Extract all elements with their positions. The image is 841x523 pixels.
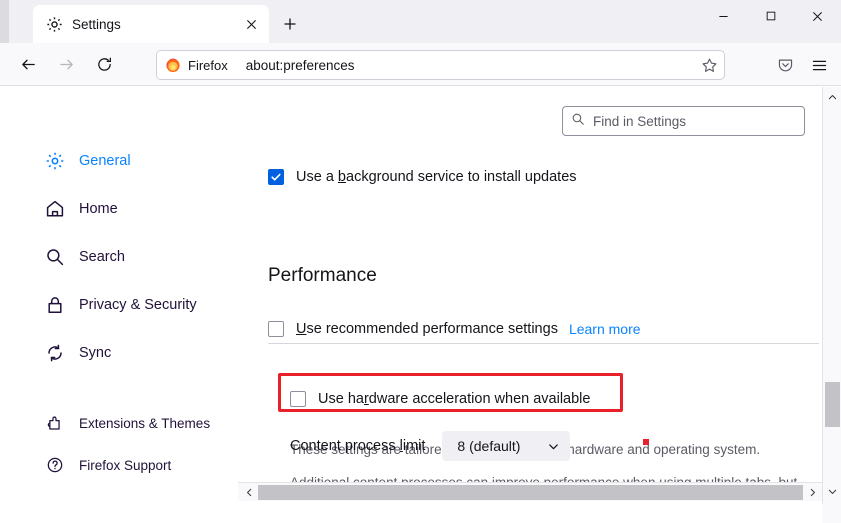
brand-label: Firefox bbox=[188, 57, 228, 73]
recommended-performance-checkbox[interactable] bbox=[268, 321, 284, 337]
sidebar-item-label: General bbox=[79, 153, 131, 169]
tab-strip: Settings bbox=[0, 0, 841, 43]
navigation-toolbar: Firefox about:preferences bbox=[0, 43, 841, 86]
scrollbar-corner bbox=[822, 504, 841, 523]
reload-button[interactable] bbox=[88, 48, 120, 80]
recommended-performance-row[interactable]: Use recommended performance settings Lea… bbox=[268, 321, 641, 337]
sidebar-item-label: Extensions & Themes bbox=[79, 415, 211, 431]
question-circle-icon bbox=[45, 455, 65, 475]
sidebar-item-label: Home bbox=[79, 201, 118, 217]
gear-icon bbox=[46, 16, 63, 33]
learn-more-link[interactable]: Learn more bbox=[569, 321, 641, 337]
sync-icon bbox=[45, 343, 65, 363]
content-process-limit-select[interactable]: 8 (default) bbox=[442, 431, 571, 461]
horizontal-scroll-thumb[interactable] bbox=[258, 485, 803, 500]
chevron-down-icon bbox=[547, 440, 560, 453]
section-divider bbox=[268, 343, 819, 344]
recommended-performance-label: Use recommended performance settings bbox=[296, 321, 558, 337]
hardware-acceleration-label: Use hardware acceleration when available bbox=[318, 391, 591, 407]
maximize-button[interactable] bbox=[747, 0, 794, 32]
hardware-acceleration-row[interactable]: Use hardware acceleration when available bbox=[290, 391, 590, 407]
address-bar[interactable]: Firefox about:preferences bbox=[156, 50, 725, 80]
performance-heading: Performance bbox=[268, 265, 377, 286]
identity-brand-chip[interactable]: Firefox bbox=[157, 51, 237, 79]
window-controls bbox=[700, 0, 841, 32]
find-in-settings-wrapper: Find in Settings bbox=[562, 106, 805, 136]
tab-title: Settings bbox=[72, 16, 121, 32]
settings-sidebar: General Home Search Privacy & Security S… bbox=[0, 147, 245, 493]
background-service-label: Use a background service to install upda… bbox=[296, 169, 577, 185]
sidebar-item-firefox-support[interactable]: Firefox Support bbox=[0, 451, 245, 479]
lock-icon bbox=[45, 295, 65, 315]
forward-button bbox=[50, 48, 82, 80]
scroll-down-icon[interactable] bbox=[823, 482, 841, 500]
annotation-marker-dot bbox=[643, 439, 649, 445]
scroll-left-icon[interactable] bbox=[240, 483, 258, 501]
sidebar-item-label: Search bbox=[79, 249, 125, 265]
search-placeholder: Find in Settings bbox=[593, 113, 687, 129]
sidebar-item-sync[interactable]: Sync bbox=[0, 339, 245, 367]
content-process-limit-value: 8 (default) bbox=[457, 438, 521, 454]
scroll-up-icon[interactable] bbox=[823, 88, 841, 106]
sidebar-item-privacy-security[interactable]: Privacy & Security bbox=[0, 291, 245, 319]
sidebar-item-extensions-themes[interactable]: Extensions & Themes bbox=[0, 409, 245, 437]
vertical-scroll-thumb[interactable] bbox=[825, 382, 840, 427]
gear-icon bbox=[45, 151, 65, 171]
settings-content: Find in Settings General Home Search Pri… bbox=[0, 87, 841, 523]
sidebar-item-label: Sync bbox=[79, 345, 112, 361]
horizontal-scrollbar[interactable] bbox=[0, 482, 822, 501]
close-icon[interactable] bbox=[241, 14, 261, 34]
sidebar-item-search[interactable]: Search bbox=[0, 243, 245, 271]
home-icon bbox=[45, 199, 65, 219]
search-input[interactable]: Find in Settings bbox=[562, 106, 805, 136]
bookmark-star-icon[interactable] bbox=[694, 50, 724, 80]
pocket-icon[interactable] bbox=[769, 50, 801, 80]
sidebar-item-label: Privacy & Security bbox=[79, 297, 197, 313]
vertical-scrollbar[interactable] bbox=[822, 87, 841, 523]
sidebar-item-general[interactable]: General bbox=[0, 147, 245, 175]
toolbar-right-actions bbox=[769, 50, 835, 80]
minimize-button[interactable] bbox=[700, 0, 747, 32]
preferences-page: Find in Settings General Home Search Pri… bbox=[0, 87, 822, 501]
extension-icon bbox=[45, 413, 65, 433]
scrollbar-gap bbox=[0, 482, 238, 501]
browser-tab-settings[interactable]: Settings bbox=[33, 5, 269, 43]
search-icon bbox=[571, 112, 585, 131]
close-button[interactable] bbox=[794, 0, 841, 32]
window-left-edge bbox=[0, 0, 9, 43]
search-icon bbox=[45, 247, 65, 267]
application-menu-icon[interactable] bbox=[803, 50, 835, 80]
sidebar-item-label: Firefox Support bbox=[79, 457, 172, 473]
background-service-row[interactable]: Use a background service to install upda… bbox=[268, 169, 577, 185]
sidebar-item-home[interactable]: Home bbox=[0, 195, 245, 223]
hardware-acceleration-checkbox[interactable] bbox=[290, 391, 306, 407]
background-service-checkbox[interactable] bbox=[268, 169, 284, 185]
scroll-right-icon[interactable] bbox=[803, 483, 821, 501]
url-text[interactable]: about:preferences bbox=[237, 58, 694, 73]
new-tab-button[interactable] bbox=[276, 10, 304, 38]
firefox-settings-window: Settings Firefox about:preferences Find … bbox=[0, 0, 841, 523]
sidebar-divider bbox=[0, 387, 245, 409]
firefox-logo-icon bbox=[165, 57, 181, 73]
back-button[interactable] bbox=[12, 48, 44, 80]
content-process-limit-row: Content process limit 8 (default) bbox=[290, 431, 571, 461]
content-process-limit-label: Content process limit bbox=[290, 438, 426, 454]
